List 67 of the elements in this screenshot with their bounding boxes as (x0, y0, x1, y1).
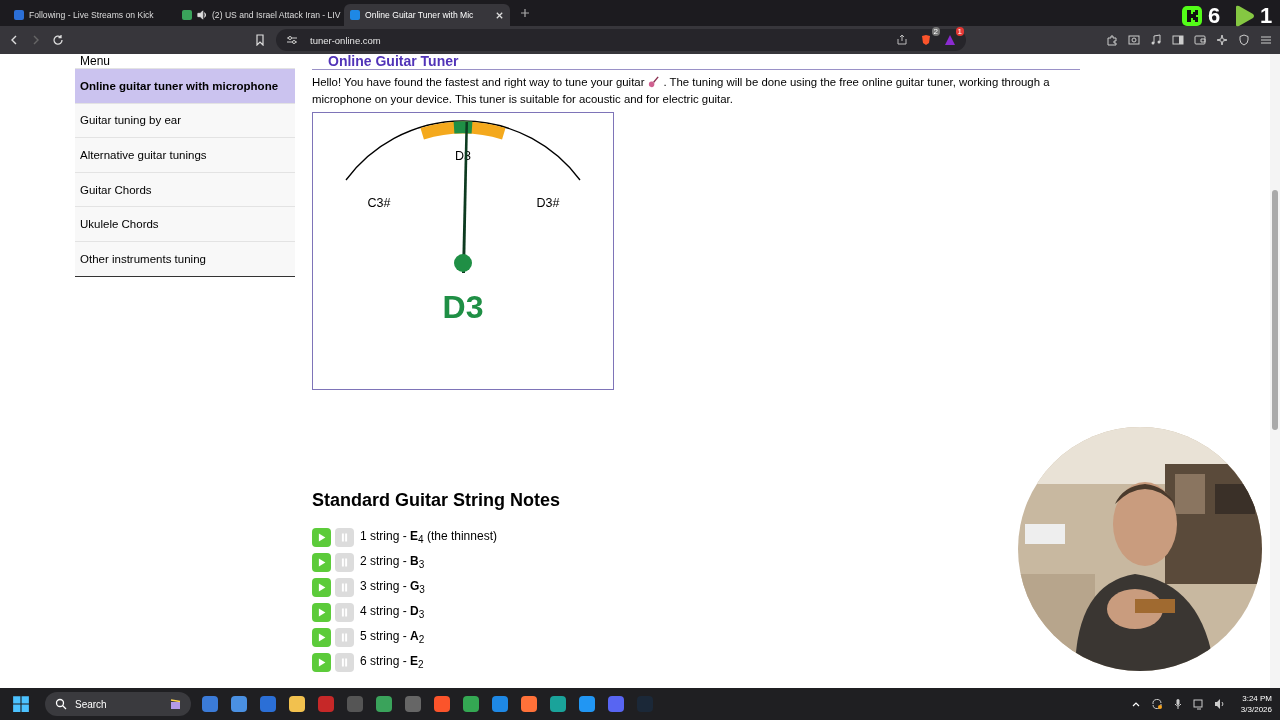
start-icon[interactable] (12, 695, 30, 713)
taskbar-app-icon[interactable] (229, 694, 249, 714)
browser-tab[interactable]: (2) US and Israel Attack Iran - LIV (176, 4, 342, 26)
site-settings-icon[interactable] (286, 34, 298, 46)
kick-logo-icon (1180, 4, 1204, 28)
intro-text: microphone on your device. This tuner is suitable for acoustic and for electric guitar. (312, 92, 733, 107)
string-note: 2 string - B$_{3}$ (360, 554, 425, 571)
menu-item[interactable]: Online guitar tuner with microphone (75, 68, 295, 103)
vpn-shield-icon[interactable] (1238, 34, 1250, 46)
menu-item[interactable]: Other instruments tuning (75, 240, 295, 276)
string-note: 4 string - D$_{3}$ (360, 604, 425, 621)
volume-icon[interactable] (1213, 698, 1226, 710)
extensions-icon[interactable] (1106, 34, 1118, 46)
rewards-count-badge: 1 (955, 27, 964, 36)
taskbar-app-icon[interactable] (287, 694, 307, 714)
taskbar-app-icon[interactable] (519, 694, 539, 714)
in-tune-zone (453, 121, 473, 134)
menu-item[interactable]: Guitar Chords (75, 171, 295, 207)
taskbar-app-icon[interactable] (548, 694, 568, 714)
browser-tab[interactable]: Following - Live Streams on Kick (8, 4, 174, 26)
browser-tab[interactable]: Online Guitar Tuner with Mic (344, 4, 510, 26)
clock-time[interactable]: 3:24 PM (1242, 693, 1272, 704)
menu-item[interactable]: Guitar tuning by ear (75, 102, 295, 138)
string-note: 1 string - E$_{4}$ (the thinnest) (360, 529, 497, 546)
section-title: Standard Guitar String Notes (312, 490, 562, 512)
viewer-count: 6 (1208, 3, 1222, 29)
intro-text: Hello! You have found the fastest and right way to tune your guitar (312, 75, 645, 90)
menu-item[interactable]: Ukulele Chords (75, 206, 295, 241)
menu-icon[interactable] (1260, 34, 1272, 46)
share-icon[interactable] (896, 34, 908, 46)
clapper-icon (169, 698, 181, 710)
sidebar-icon[interactable] (1172, 34, 1184, 46)
string-note: 3 string - G$_{3}$ (360, 579, 425, 596)
taskbar-app-icon[interactable] (490, 694, 510, 714)
taskbar-app-icon[interactable] (432, 694, 452, 714)
viewer-count: 1 (1260, 3, 1274, 29)
sync-icon[interactable] (1150, 698, 1163, 710)
shield-count-badge: 2 (931, 27, 940, 36)
menu-heading: Menu (79, 54, 112, 68)
close-icon[interactable] (495, 10, 504, 20)
wallet-icon[interactable] (1194, 34, 1206, 46)
address-bar[interactable]: tuner-online.com 2 1 (276, 29, 966, 51)
low-note-label: C3# (367, 196, 391, 210)
page-title: Online Guitar Tuner (312, 54, 1080, 70)
sparkle-icon[interactable] (1216, 34, 1228, 46)
search-icon (55, 698, 67, 710)
triangle-icon[interactable] (944, 34, 956, 46)
screenshot-icon[interactable] (1128, 34, 1140, 46)
detected-note: D3 (442, 289, 484, 325)
lion-shield-icon[interactable] (920, 34, 932, 46)
scrollbar-thumb[interactable] (1272, 190, 1278, 430)
menu-item[interactable]: Alternative guitar tunings (75, 137, 295, 172)
network-icon[interactable] (1192, 698, 1205, 710)
bookmark-icon[interactable] (254, 34, 266, 46)
intro-text: . The tuning will be done using the free online guitar tuner, working through a (663, 75, 1050, 90)
taskbar-app-icon[interactable] (577, 694, 597, 714)
music-icon[interactable] (1150, 34, 1162, 46)
clock-date[interactable]: 3/3/2026 (1240, 704, 1272, 715)
high-note-label: D3# (536, 196, 560, 210)
reload-icon[interactable] (52, 34, 64, 46)
needle-pivot (454, 254, 472, 272)
string-note: 6 string - E$_{2}$ (360, 654, 424, 671)
taskbar-app-icon[interactable] (461, 694, 481, 714)
new-tab-icon[interactable] (520, 8, 530, 18)
taskbar-app-icon[interactable] (374, 694, 394, 714)
string-note: 5 string - A$_{2}$ (360, 629, 425, 646)
taskbar-search[interactable]: Search (45, 692, 191, 716)
